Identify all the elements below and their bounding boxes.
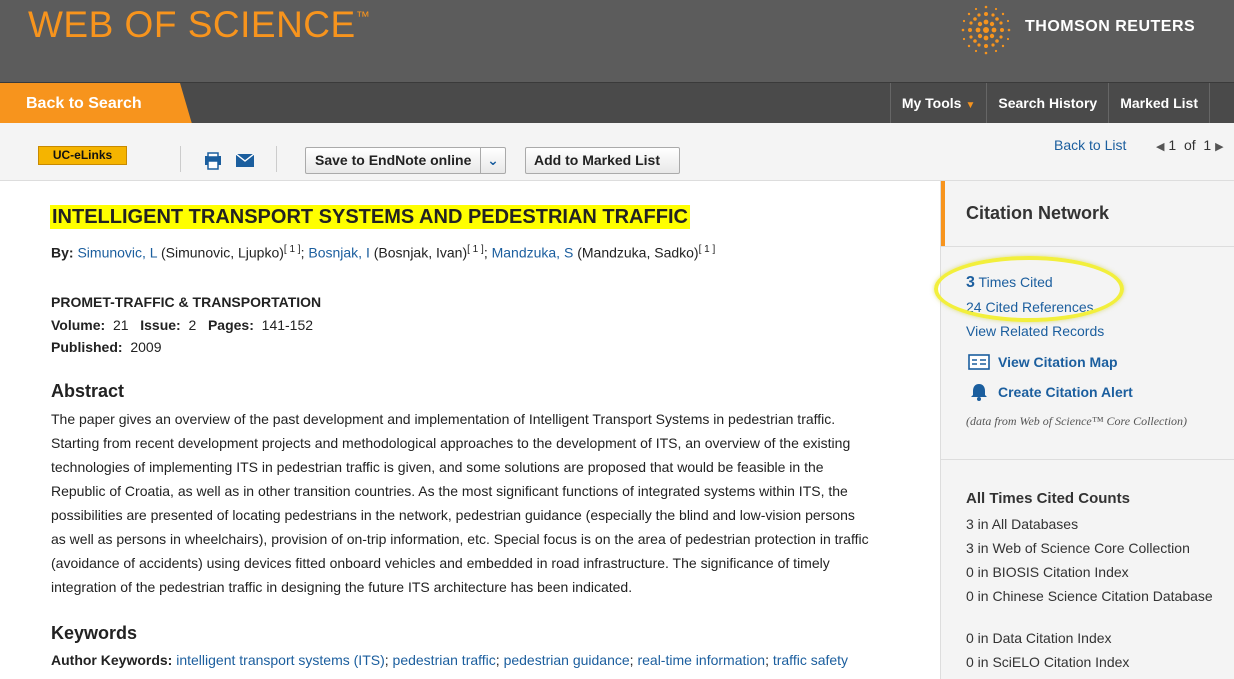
count-scielo: 0 in SciELO Citation Index xyxy=(966,654,1130,670)
author-full-name: (Mandzuka, Sadko) xyxy=(577,244,699,261)
page-current: 1 xyxy=(1168,137,1177,153)
count-chinese-science: 0 in Chinese Science Citation Database xyxy=(966,588,1213,604)
all-times-cited-heading: All Times Cited Counts xyxy=(966,490,1130,507)
count-all-databases-link[interactable]: 3 in All Databases xyxy=(966,515,1216,533)
thomson-reuters-logo-icon xyxy=(961,5,1011,55)
save-to-endnote-button[interactable]: Save to EndNote online ⌄ xyxy=(305,147,506,174)
issue-value: 2 xyxy=(188,317,197,333)
record-title: INTELLIGENT TRANSPORT SYSTEMS AND PEDEST… xyxy=(50,205,690,229)
abstract-heading: Abstract xyxy=(51,381,125,401)
email-icon[interactable] xyxy=(236,154,254,167)
thomson-reuters-text: THOMSON REUTERS xyxy=(1025,18,1196,35)
keyword-link[interactable]: pedestrian guidance xyxy=(504,652,630,668)
site-header: WEB OF SCIENCE™ THOMSON REUTERS xyxy=(0,0,1234,82)
record-pager: ◀ 1 of 1 ▶ xyxy=(1156,137,1224,153)
record-toolbar: UC-eLinks Save to EndNote online ⌄ Add t… xyxy=(0,123,1234,181)
published-line: Published: 2009 xyxy=(51,339,162,355)
nav-bar: Back to Search My Tools ▼ Search History … xyxy=(0,82,1234,124)
abstract-line: technologies of implementing ITS in pede… xyxy=(51,459,824,475)
marked-list-link[interactable]: Marked List xyxy=(1108,83,1210,124)
journal-name: PROMET-TRAFFIC & TRANSPORTATION xyxy=(51,294,322,310)
abstract-line: integration of the pedestrian traffic in… xyxy=(51,579,633,595)
published-label: Published: xyxy=(51,339,123,355)
nav-right-menu: My Tools ▼ Search History Marked List xyxy=(889,83,1210,124)
count-data-citation: 0 in Data Citation Index xyxy=(966,630,1112,646)
abstract-line: The paper gives an overview of the past … xyxy=(51,411,836,427)
author-full-name: (Bosnjak, Ivan) xyxy=(373,244,468,261)
related-records-link[interactable]: View Related Records xyxy=(966,323,1104,339)
citation-network-title: Citation Network xyxy=(966,203,1110,223)
page-total: 1 xyxy=(1203,137,1212,153)
volume-value: 21 xyxy=(112,317,129,333)
record-main: INTELLIGENT TRANSPORT SYSTEMS AND PEDEST… xyxy=(0,181,940,679)
caret-down-icon: ▼ xyxy=(965,100,976,111)
count-core-collection-link[interactable]: 3 in Web of Science Core Collection xyxy=(966,539,1216,557)
create-citation-alert-link[interactable]: Create Citation Alert xyxy=(968,383,1133,401)
create-citation-alert-label: Create Citation Alert xyxy=(998,384,1133,400)
times-cited-link[interactable]: 3 Times Cited xyxy=(966,274,1053,292)
data-source-note: (data from Web of Science™ Core Collecti… xyxy=(966,414,1188,428)
author-link[interactable]: Bosnjak, I xyxy=(308,245,369,261)
author-keywords-label: Author Keywords: xyxy=(51,652,173,668)
keyword-link[interactable]: traffic safety xyxy=(773,652,848,668)
logo-trademark: ™ xyxy=(355,8,371,24)
my-tools-label: My Tools xyxy=(901,95,962,111)
view-citation-map-label: View Citation Map xyxy=(998,354,1118,370)
author-full-name: (Simunovic, Ljupko) xyxy=(160,244,284,261)
abstract-line: possibilities are presented of locating … xyxy=(51,507,855,523)
abstract-line: Starting from recent development project… xyxy=(51,435,851,451)
citation-map-icon xyxy=(968,354,990,370)
times-cited-count: 3 xyxy=(966,274,975,291)
sidebar-divider xyxy=(941,246,1234,247)
previous-arrow-icon[interactable]: ◀ xyxy=(1156,141,1164,153)
add-to-marked-list-button[interactable]: Add to Marked List xyxy=(525,147,680,174)
volume-label: Volume: xyxy=(51,317,106,333)
affiliation-link[interactable]: [ 1 ] xyxy=(699,244,716,255)
issue-label: Issue: xyxy=(140,317,181,333)
back-to-list-link[interactable]: Back to List xyxy=(1054,137,1126,153)
toolbar-divider xyxy=(276,146,277,172)
author-link[interactable]: Simunovic, L xyxy=(77,245,157,261)
abstract-line: as well as persons in wheelchairs), prov… xyxy=(51,531,869,547)
abstract-text: The paper gives an overview of the past … xyxy=(51,407,901,599)
web-of-science-logo[interactable]: WEB OF SCIENCE™ xyxy=(28,4,370,46)
authors-line: By: Simunovic, L (Simunovic, Ljupko)[ 1 … xyxy=(51,244,716,261)
save-to-endnote-label: Save to EndNote online xyxy=(315,152,472,168)
view-citation-map-link[interactable]: View Citation Map xyxy=(968,354,1118,370)
chevron-down-icon[interactable]: ⌄ xyxy=(480,148,505,173)
back-to-search-button[interactable]: Back to Search xyxy=(0,83,192,124)
count-biosis: 0 in BIOSIS Citation Index xyxy=(966,564,1129,580)
keyword-link[interactable]: pedestrian traffic xyxy=(393,652,496,668)
times-cited-label: Times Cited xyxy=(978,274,1053,290)
keyword-link[interactable]: intelligent transport systems (ITS) xyxy=(176,652,385,668)
my-tools-menu[interactable]: My Tools ▼ xyxy=(889,83,987,124)
logo-text: WEB OF SCIENCE xyxy=(28,4,356,45)
page-of-label: of xyxy=(1183,137,1196,153)
sidebar-accent-bar xyxy=(941,181,945,246)
keyword-link[interactable]: real-time information xyxy=(637,652,765,668)
toolbar-divider xyxy=(180,146,181,172)
abstract-line: (avoidance of accidents) using devices f… xyxy=(51,555,830,571)
abstract-line: Republic of Croatia, as well as in other… xyxy=(51,483,848,499)
print-icon[interactable] xyxy=(204,152,222,170)
next-arrow-icon[interactable]: ▶ xyxy=(1215,141,1223,153)
affiliation-link[interactable]: [ 1 ] xyxy=(284,244,301,255)
citation-network-sidebar: Citation Network 3 Times Cited 24 Cited … xyxy=(940,181,1234,679)
cited-references-link[interactable]: 24 Cited References xyxy=(966,299,1094,315)
author-keywords-line: Author Keywords: intelligent transport s… xyxy=(51,652,849,668)
pages-value: 141-152 xyxy=(261,317,314,333)
bell-icon xyxy=(971,384,987,401)
sidebar-divider xyxy=(941,459,1234,460)
search-history-link[interactable]: Search History xyxy=(986,83,1108,124)
affiliation-link[interactable]: [ 1 ] xyxy=(467,244,484,255)
keywords-heading: Keywords xyxy=(51,623,138,643)
by-label: By: xyxy=(51,244,74,261)
published-value: 2009 xyxy=(130,339,162,355)
uc-elinks-button[interactable]: UC-eLinks xyxy=(38,146,127,165)
author-link[interactable]: Mandzuka, S xyxy=(492,245,574,261)
volume-issue-pages: Volume: 21 Issue: 2 Pages: 141-152 xyxy=(51,317,313,333)
pages-label: Pages: xyxy=(207,317,254,333)
